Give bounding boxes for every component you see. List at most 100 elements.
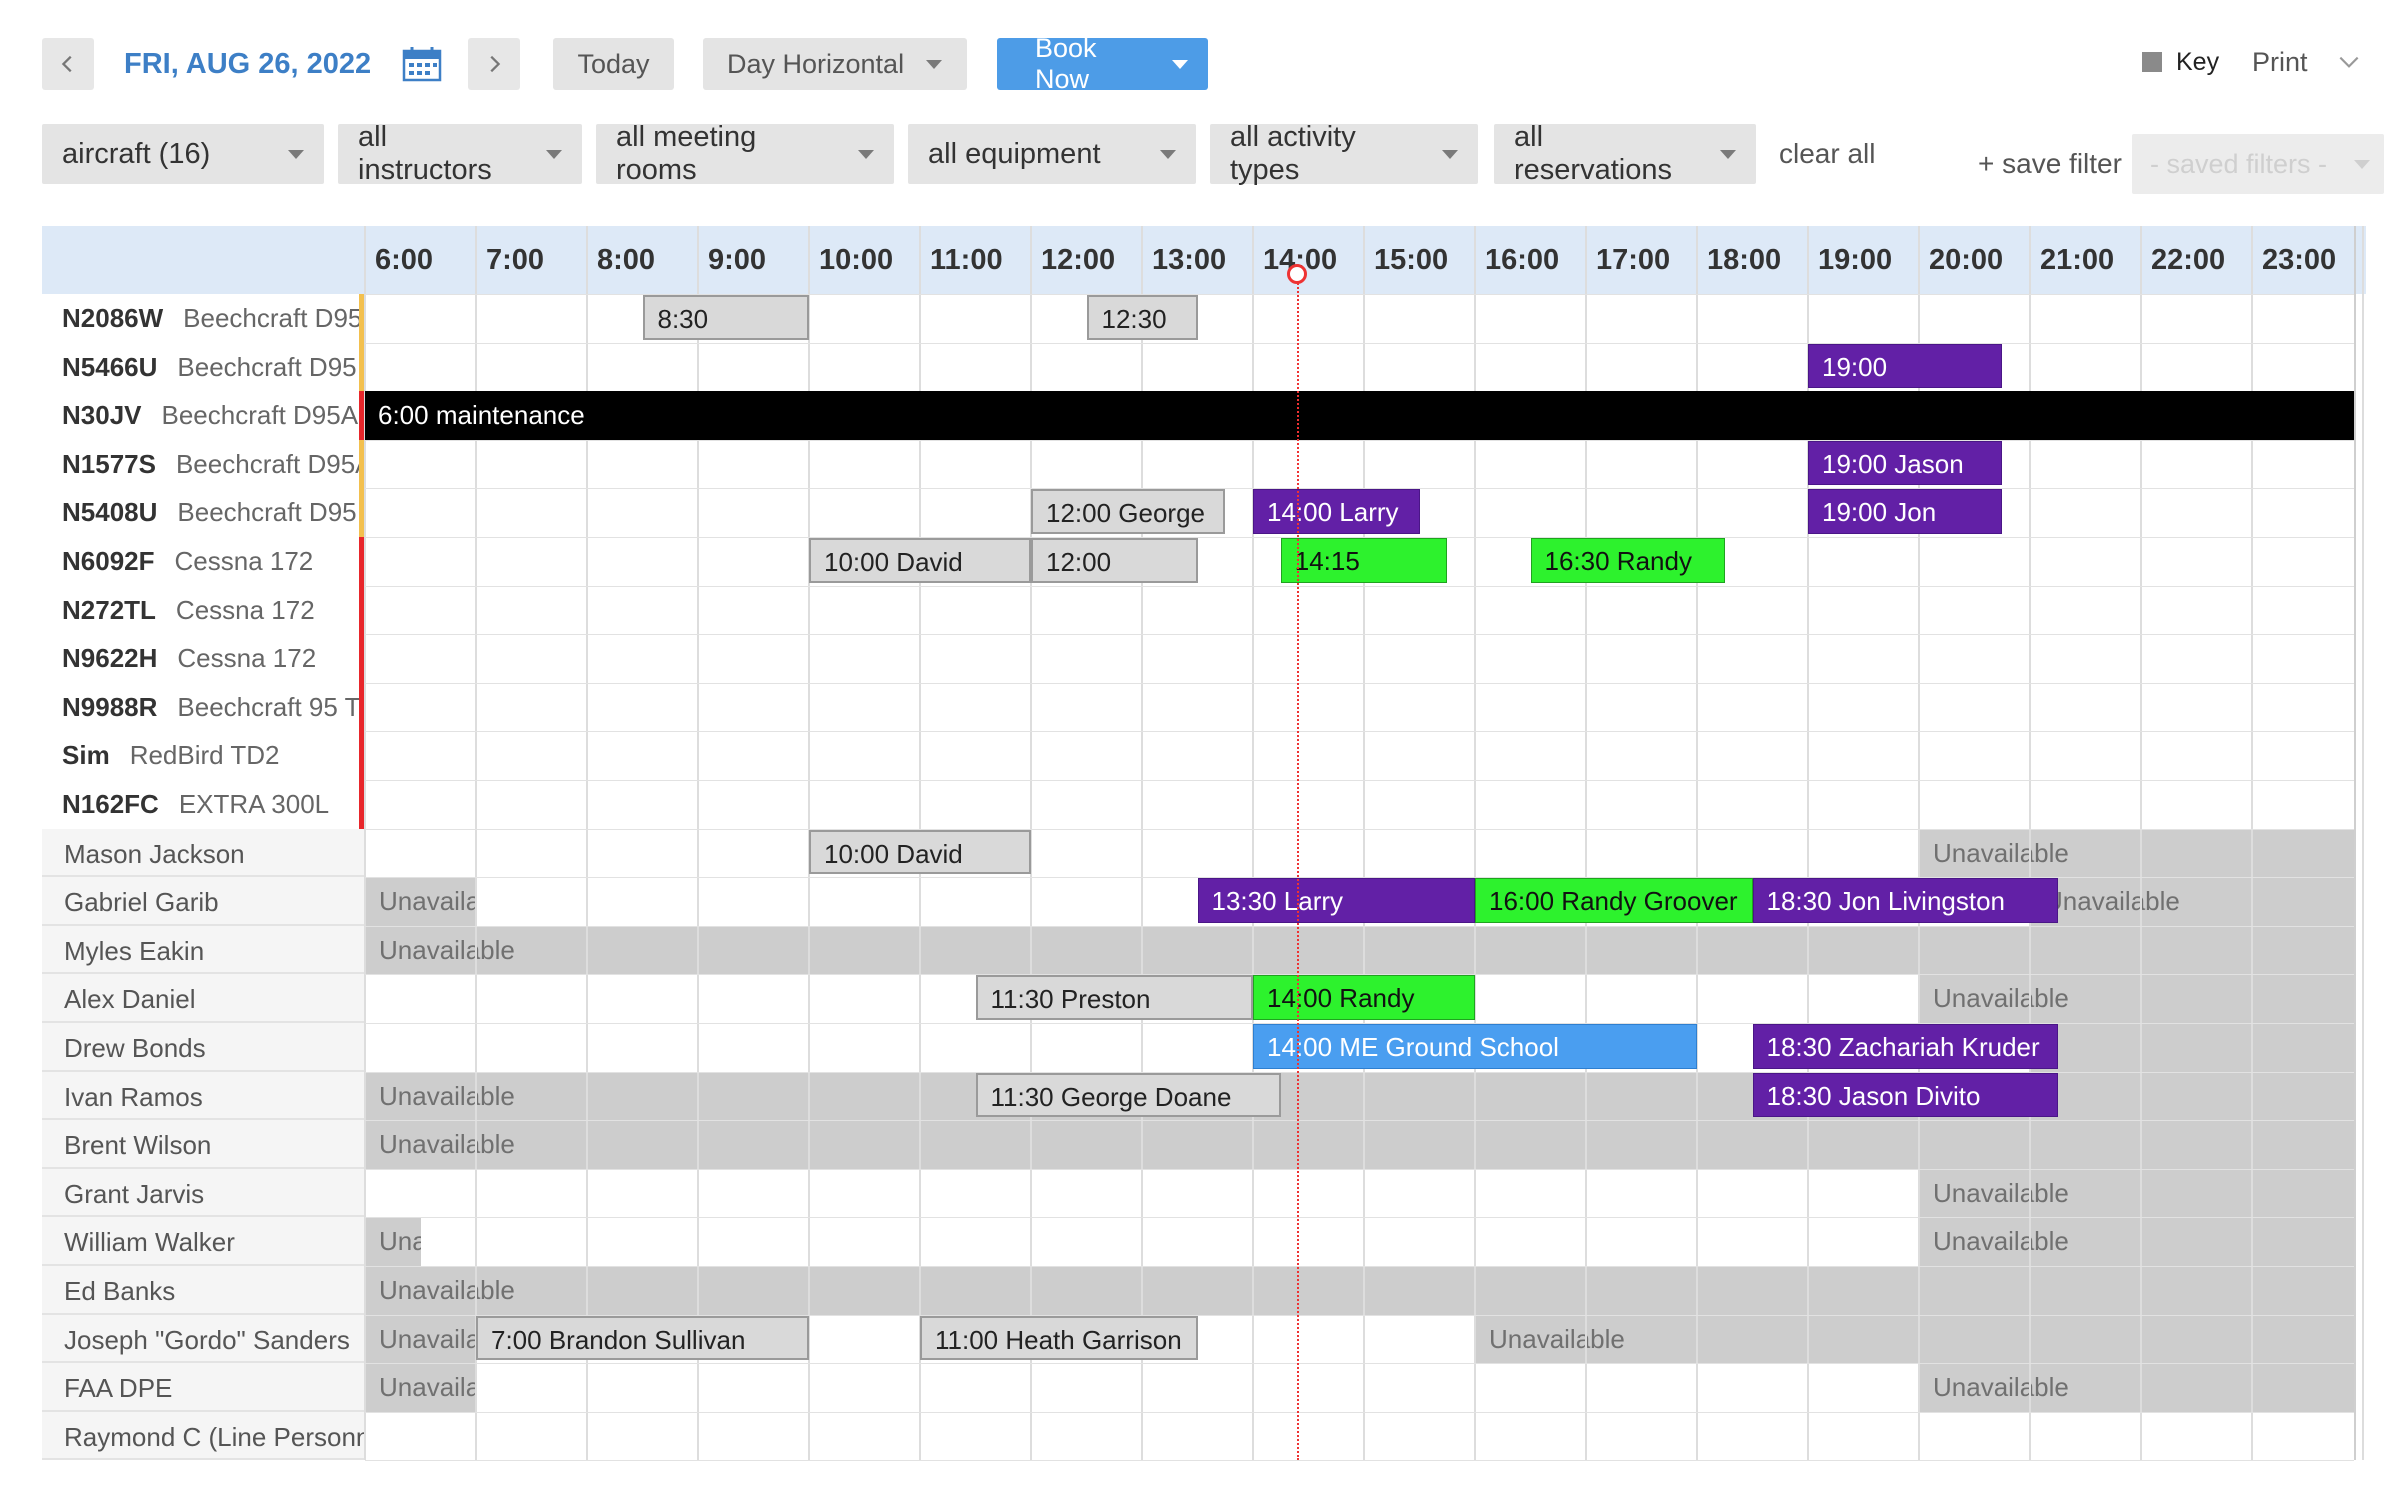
instructor-row-label[interactable]: Joseph "Gordo" Sanders [42, 1314, 365, 1364]
row-gridline [365, 1266, 2354, 1267]
instructor-row-label[interactable]: Raymond C (Line Personnel) [42, 1411, 365, 1461]
reservation-block[interactable]: 19:00 [1808, 343, 2003, 389]
aircraft-model: Cessna 172 [175, 594, 315, 625]
aircraft-tail-number: N6092F [62, 546, 155, 576]
unavailable-block: Unavailable [365, 1266, 2354, 1316]
aircraft-tail-number: N162FC [62, 789, 159, 819]
reservation-block[interactable]: 19:00 Jason [1808, 440, 2003, 486]
reservation-block[interactable]: 14:15 [1280, 538, 1448, 583]
row-gridline [365, 731, 2354, 733]
aircraft-model: RedBird TD2 [129, 740, 280, 771]
reservation-block[interactable]: 16:30 Randy [1530, 538, 1725, 583]
reservation-block[interactable]: 10:00 David [809, 829, 1031, 875]
reservation-block[interactable]: 11:00 Heath Garrison [920, 1315, 1198, 1361]
reservation-block[interactable]: 12:00 [1031, 538, 1198, 583]
aircraft-model: Beechcraft D95A [161, 400, 359, 431]
instructor-row-label[interactable]: Alex Daniel [42, 974, 365, 1023]
row-gridline [365, 585, 2354, 587]
reservation-block[interactable]: 8:30 [642, 295, 809, 340]
schedule-grid: 6:00 7:00 8:00 9:00 10:00 11:00 12:00 13:00 14:0… [0, 0, 2408, 1500]
unavailable-block: Unavailable [365, 1120, 2354, 1170]
row-gridline [365, 1217, 2354, 1219]
hour-label: 12:00 [1041, 244, 1116, 276]
unavailable-block: Unavailable [1919, 1363, 2354, 1413]
unavailable-block: Unavailable [2030, 877, 2354, 927]
hour-label: 10:00 [819, 244, 894, 276]
aircraft-row-label[interactable]: N9622H Cessna 172 [42, 634, 360, 683]
aircraft-row-label[interactable]: N162FC EXTRA 300L [42, 780, 360, 829]
reservation-block[interactable]: 16:00 Randy Groover [1475, 878, 1753, 923]
unavailable-block: Unavailable [1919, 1217, 2354, 1267]
aircraft-tail-number: N9988R [62, 691, 158, 722]
aircraft-tail-number: N5408U [62, 497, 158, 528]
reservation-block[interactable]: 12:30 [1086, 295, 1198, 340]
hour-label: 7:00 [486, 244, 545, 276]
row-gridline [365, 1460, 2354, 1462]
instructor-row-label[interactable]: Ivan Ramos [42, 1071, 365, 1121]
row-gridline [365, 1411, 2354, 1413]
reservation-block[interactable]: 7:00 Brandon Sullivan [476, 1315, 809, 1361]
aircraft-row-label[interactable]: N1577S Beechcraft D95A [42, 440, 360, 489]
instructor-row-label[interactable]: Drew Bonds [42, 1023, 365, 1072]
reservation-block[interactable]: 6:00 maintenance [365, 391, 2354, 440]
hour-label: 15:00 [1374, 244, 1449, 276]
reservation-block[interactable]: 10:00 David [809, 538, 1031, 583]
unavailable-block: Unavailable [1919, 974, 2354, 1024]
hour-label: 22:00 [2151, 244, 2226, 276]
hour-gridline [2362, 226, 2364, 1461]
instructor-row-label[interactable]: Mason Jackson [42, 828, 365, 878]
hour-label: 6:00 [375, 244, 434, 276]
unavailable-block: Unavailable [365, 1217, 421, 1267]
instructor-row-label[interactable]: FAA DPE [42, 1363, 365, 1412]
aircraft-model: Beechcraft D95 [177, 351, 357, 382]
reservation-block[interactable]: 19:00 Jon [1808, 489, 2003, 534]
instructor-row-label[interactable]: Ed Banks [42, 1266, 365, 1315]
reservation-block[interactable]: 11:30 George Doane [975, 1072, 1281, 1118]
row-gridline [365, 1120, 2354, 1122]
aircraft-row-label[interactable]: N6092F Cessna 172 [42, 537, 360, 586]
unavailable-block: Unavailable [1919, 1168, 2354, 1218]
aircraft-row-label[interactable]: N5466U Beechcraft D95 [42, 343, 360, 392]
reservation-block[interactable]: 14:00 Randy [1253, 975, 1475, 1020]
reservation-block[interactable]: 12:00 George [1031, 489, 1226, 534]
instructor-row-label[interactable]: Myles Eakin [42, 925, 365, 975]
aircraft-row-label[interactable]: N2086W Beechcraft D95 [42, 294, 360, 343]
aircraft-row-label[interactable]: N9988R Beechcraft 95 T [42, 683, 360, 732]
unavailable-block: Unavailable [365, 925, 2354, 975]
aircraft-model: Beechcraft 95 T [177, 691, 360, 722]
aircraft-model: Cessna 172 [174, 546, 314, 576]
unavailable-block: Unavailable [1919, 828, 2354, 878]
aircraft-tail-number: N9622H [62, 643, 158, 674]
hour-label: 21:00 [2040, 244, 2115, 276]
row-gridline [365, 1363, 2354, 1365]
aircraft-row-label[interactable]: Sim RedBird TD2 [42, 731, 360, 780]
aircraft-row-label[interactable]: N30JV Beechcraft D95A [42, 391, 360, 440]
row-gridline [365, 634, 2354, 636]
reservation-block[interactable]: 14:00 ME Ground School [1253, 1024, 1697, 1069]
unavailable-block: Unavailable [1475, 1314, 2354, 1364]
reservation-block[interactable]: 18:30 Jason Divito [1752, 1072, 2058, 1118]
current-time-line [1297, 272, 1300, 1461]
hour-label: 23:00 [2262, 244, 2337, 276]
instructor-row-label[interactable]: Brent Wilson [42, 1120, 365, 1169]
instructor-row-label[interactable]: Grant Jarvis [42, 1168, 365, 1218]
instructor-row-label[interactable]: William Walker [42, 1217, 365, 1266]
aircraft-tail-number: N1577S [62, 448, 156, 479]
hour-label: 13:00 [1152, 244, 1227, 276]
reservation-block[interactable]: 18:30 Zachariah Kruder [1752, 1024, 2058, 1069]
reservation-block[interactable]: 13:30 Larry [1197, 878, 1475, 923]
row-gridline [365, 682, 2354, 684]
aircraft-model: Beechcraft D95 [183, 303, 360, 333]
aircraft-tail-number: Sim [62, 740, 110, 771]
aircraft-row-label[interactable]: N272TL Cessna 172 [42, 586, 360, 635]
reservation-block[interactable]: 18:30 Jon Livingston [1752, 878, 2058, 923]
unavailable-block: Unavailable [365, 1363, 476, 1413]
row-gridline [365, 780, 2354, 781]
instructor-row-label[interactable]: Gabriel Garib [42, 877, 365, 926]
aircraft-row-label[interactable]: N5408U Beechcraft D95 [42, 488, 360, 537]
hour-label: 17:00 [1596, 244, 1671, 276]
reservation-block[interactable]: 14:00 Larry [1253, 489, 1420, 534]
row-gridline [365, 1168, 2354, 1170]
reservation-block[interactable]: 11:30 Preston [975, 975, 1253, 1020]
hour-label: 14:00 [1263, 244, 1338, 276]
